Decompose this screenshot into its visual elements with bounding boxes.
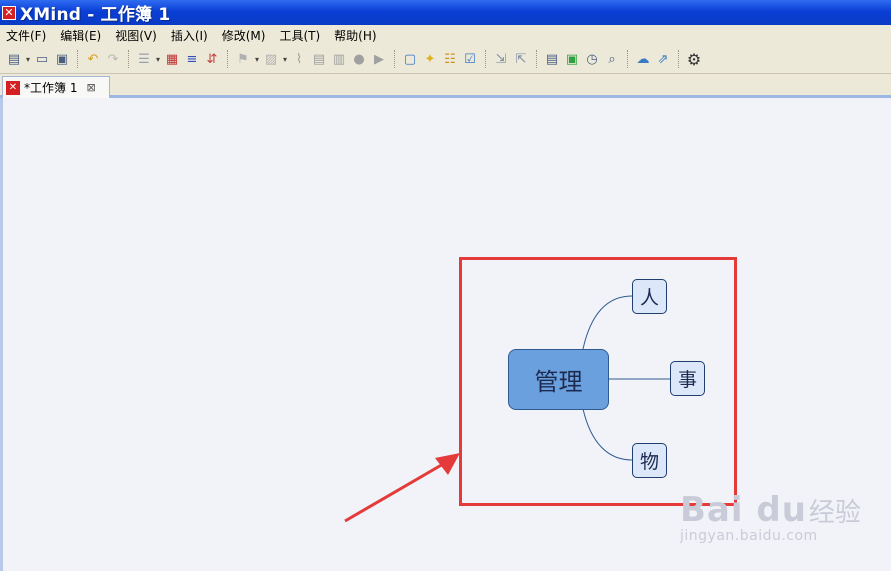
close-tab-icon[interactable]: ⊠ xyxy=(86,81,95,94)
boundary-icon[interactable]: ▦ xyxy=(162,49,182,69)
insert-topic-icon[interactable]: ☰ xyxy=(134,49,154,69)
menu-help[interactable]: 帮助(H) xyxy=(328,27,384,44)
clock-icon[interactable]: ◷ xyxy=(582,49,602,69)
share-icon[interactable]: ⇗ xyxy=(653,49,673,69)
tab-label: *工作簿 1 xyxy=(24,81,78,95)
menu-insert[interactable]: 插入(I) xyxy=(165,27,216,44)
gantt-icon[interactable]: ☷ xyxy=(440,49,460,69)
hyperlink-icon[interactable]: ● xyxy=(349,49,369,69)
menu-modify[interactable]: 修改(M) xyxy=(216,27,274,44)
attachment-icon[interactable]: ⌇ xyxy=(289,49,309,69)
toolbar-separator xyxy=(227,50,228,68)
redo-icon[interactable]: ↷ xyxy=(103,49,123,69)
xmind-file-icon: ✕ xyxy=(6,80,20,95)
xmind-logo-icon: ✕ xyxy=(2,5,16,20)
annotation-arrow-head xyxy=(435,453,460,475)
image-icon[interactable]: ▨ xyxy=(261,49,281,69)
image-dropdown-icon[interactable]: ▾ xyxy=(281,55,289,64)
outline-view-icon[interactable]: ▤ xyxy=(542,49,562,69)
toolbar-separator xyxy=(485,50,486,68)
baidu-jingyan-watermark: Bai du经验 jingyan.baidu.com xyxy=(680,490,880,560)
summary-icon[interactable]: ≡ xyxy=(182,49,202,69)
editor-tab-strip: ✕ *工作簿 1 ⊠ xyxy=(0,74,891,98)
watermark-jingyan: 经验 xyxy=(808,498,861,528)
toolbar-separator xyxy=(627,50,628,68)
notes-icon[interactable]: ▥ xyxy=(329,49,349,69)
marker-dropdown-icon[interactable]: ▾ xyxy=(253,55,261,64)
toolbar-separator xyxy=(394,50,395,68)
audio-icon[interactable]: ▶ xyxy=(369,49,389,69)
menu-tools[interactable]: 工具(T) xyxy=(273,27,328,44)
watermark-logo: Bai du xyxy=(680,490,807,530)
menu-edit[interactable]: 编辑(E) xyxy=(54,27,109,44)
drill-down-icon[interactable]: ⇲ xyxy=(491,49,511,69)
tab-workbook-1[interactable]: ✕ *工作簿 1 ⊠ xyxy=(2,76,110,98)
upload-cloud-icon[interactable]: ☁ xyxy=(633,49,653,69)
menu-bar: 文件(F) 编辑(E) 视图(V) 插入(I) 修改(M) 工具(T) 帮助(H… xyxy=(0,25,891,45)
annotation-arrow-shaft xyxy=(344,458,451,523)
toolbar-separator xyxy=(128,50,129,68)
toolbar-separator xyxy=(678,50,679,68)
title-bar: ✕ XMind - 工作簿 1 xyxy=(0,0,891,25)
insert-topic-dropdown-icon[interactable]: ▾ xyxy=(154,55,162,64)
save-icon[interactable]: ▣ xyxy=(52,49,72,69)
menu-view[interactable]: 视图(V) xyxy=(109,27,165,44)
watermark-url: jingyan.baidu.com xyxy=(680,528,818,544)
toolbar-separator xyxy=(77,50,78,68)
settings-gear-icon[interactable]: ⚙ xyxy=(684,49,704,69)
marker-flag-icon[interactable]: ⚑ xyxy=(233,49,253,69)
open-folder-icon[interactable]: ▭ xyxy=(32,49,52,69)
window-title: XMind - 工作簿 1 xyxy=(20,5,171,25)
brainstorm-bulb-icon[interactable]: ✦ xyxy=(420,49,440,69)
search-icon[interactable]: ⌕ xyxy=(602,49,622,69)
drill-up-icon[interactable]: ⇱ xyxy=(511,49,531,69)
new-icon[interactable]: ▤ xyxy=(4,49,24,69)
overview-icon[interactable]: ▣ xyxy=(562,49,582,69)
new-dropdown-icon[interactable]: ▾ xyxy=(24,55,32,64)
toolbar: ▤ ▾ ▭ ▣ ↶ ↷ ☰ ▾ ▦ ≡ ⇵ ⚑ ▾ ▨ ▾ ⌇ ▤ ▥ ● ▶ … xyxy=(0,45,891,74)
task-info-icon[interactable]: ☑ xyxy=(460,49,480,69)
relationship-icon[interactable]: ⇵ xyxy=(202,49,222,69)
presentation-icon[interactable]: ▢ xyxy=(400,49,420,69)
toolbar-separator xyxy=(536,50,537,68)
highlight-box xyxy=(459,257,737,506)
undo-icon[interactable]: ↶ xyxy=(83,49,103,69)
menu-file[interactable]: 文件(F) xyxy=(0,27,54,44)
label-icon[interactable]: ▤ xyxy=(309,49,329,69)
